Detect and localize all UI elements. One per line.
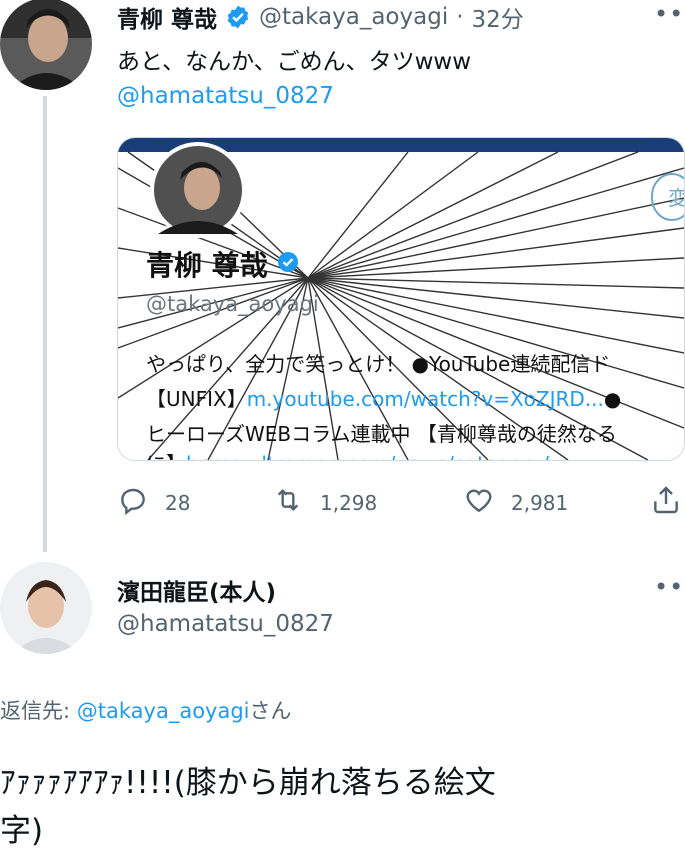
tweet2-text-line1: ｱｧｧｧｱｱｱｧ!!!!(膝から崩れ落ちる絵文 <box>0 765 496 801</box>
card-bio-suffix: ● <box>603 387 622 411</box>
card-follow-button: 変 <box>668 182 684 211</box>
card-bio-line4: に】heros-ultraman.com/news/category/... <box>146 448 568 460</box>
card-bio-link: m.youtube.com/watch?v=XoZJRD... <box>246 387 604 411</box>
reply-to-suffix: さん <box>249 699 292 723</box>
share-icon <box>650 484 682 521</box>
timestamp[interactable]: 32分 <box>472 0 524 34</box>
author-handle[interactable]: @takaya_aoyagi <box>259 4 448 30</box>
reply-action[interactable]: 28 <box>117 484 190 521</box>
tweet2-text-line2: 字) <box>0 813 44 849</box>
card-bio-line4-link: heros-ultraman.com/news/category/... <box>186 452 568 460</box>
card-bio-line1: やっぱり、全力で笑っとけ！ ●YouTube連続配信ド <box>146 352 611 376</box>
card-bio-line2: 【UNFIX】m.youtube.com/watch?v=XoZJRD...● <box>146 383 621 412</box>
reply-to-line: 返信先: @takaya_aoyagiさん <box>0 695 292 725</box>
thread-line <box>43 96 47 552</box>
separator-dot: · <box>456 4 464 30</box>
author2-name[interactable]: 濱田龍臣(本人) <box>117 573 276 607</box>
reply-to-mention[interactable]: @takaya_aoyagi <box>77 699 250 723</box>
verified-badge-icon <box>225 4 251 30</box>
card-verified-icon <box>276 250 300 278</box>
reply-icon <box>117 484 149 521</box>
avatar-hamatatsu[interactable] <box>0 562 92 654</box>
tweet1-header: 青柳 尊哉 @takaya_aoyagi · 32分 <box>117 0 524 34</box>
mention-link[interactable]: @hamatatsu_0827 <box>117 83 334 109</box>
more-options-icon[interactable]: ••• <box>654 0 685 28</box>
card-bio-line4-prefix: に】 <box>146 452 186 460</box>
retweet-icon <box>272 484 304 521</box>
retweet-count: 1,298 <box>320 490 378 515</box>
share-action[interactable] <box>650 484 682 521</box>
retweet-action[interactable]: 1,298 <box>272 484 377 521</box>
author2-handle[interactable]: @hamatatsu_0827 <box>117 611 334 637</box>
attached-image[interactable]: 変 青柳 尊哉 @takaya_aoyagi やっぱり、全力で笑っとけ！ ●Yo… <box>117 137 685 461</box>
reply-count: 28 <box>165 490 191 515</box>
author-name[interactable]: 青柳 尊哉 <box>117 0 217 34</box>
like-count: 2,981 <box>511 490 569 515</box>
card-bio-prefix: 【UNFIX】 <box>146 387 247 411</box>
card-profile-name: 青柳 尊哉 <box>146 249 268 282</box>
heart-icon <box>463 484 495 521</box>
card-bio-line3: ヒーローズWEBコラム連載中 【青柳尊哉の徒然なる <box>146 422 617 446</box>
card-profile-handle: @takaya_aoyagi <box>146 292 319 316</box>
author2-name-text: 濱田龍臣(本人) <box>117 580 277 606</box>
card-profile-name-row: 青柳 尊哉 <box>146 244 300 284</box>
avatar-takaya[interactable] <box>0 0 92 90</box>
like-action[interactable]: 2,981 <box>463 484 568 521</box>
tweet1-text: あと、なんか、ごめん、タツwww <box>117 49 472 75</box>
more-options-icon-2[interactable]: ••• <box>654 573 685 601</box>
reply-to-prefix: 返信先: <box>0 699 77 723</box>
